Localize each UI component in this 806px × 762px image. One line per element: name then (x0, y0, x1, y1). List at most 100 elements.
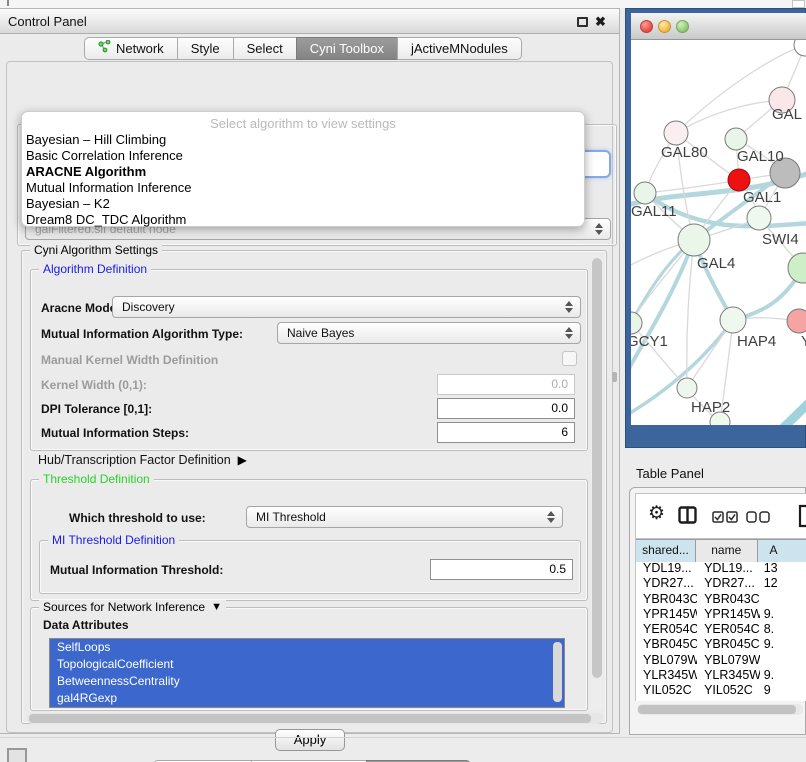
attribute-item[interactable]: TopologicalCoefficient (50, 656, 564, 673)
zoom-traffic-light[interactable] (676, 20, 689, 33)
mi-threshold-field[interactable]: 0.5 (430, 559, 573, 580)
panel-splitter-handle[interactable] (612, 372, 617, 382)
cut-toolbar-button[interactable] (792, 0, 805, 8)
gear-icon[interactable]: ⚙ (648, 501, 665, 527)
hub-transcription-factor-section[interactable]: Hub/Transcription Factor Definition ▶ (38, 453, 247, 467)
tab-cyni-toolbox[interactable]: Cyni Toolbox (296, 37, 398, 60)
attributes-scrollbar[interactable] (553, 642, 562, 702)
table-cell[interactable]: 9. (760, 637, 806, 652)
close-traffic-light[interactable] (640, 20, 653, 33)
table-cell[interactable]: 8. (760, 622, 806, 637)
table-cell[interactable]: 12 (760, 576, 806, 591)
table-row[interactable]: YBL079WYBL079W (636, 653, 806, 668)
table-cell[interactable]: YPR145W (697, 607, 760, 622)
table-row[interactable]: YPR145WYPR145W9. (636, 607, 806, 622)
table-row[interactable]: YER054CYER054C8. (636, 622, 806, 637)
node-gal4[interactable] (678, 224, 710, 256)
node-cut-right-green[interactable] (788, 253, 806, 283)
algorithm-option[interactable]: Dream8 DC_TDC Algorithm (22, 212, 584, 228)
node-hap2[interactable] (677, 378, 697, 398)
column-header-shared-name[interactable]: shared... (636, 540, 696, 562)
table-cell[interactable]: YBR045C (697, 637, 760, 652)
new-table-file-icon[interactable] (798, 504, 806, 533)
table-cell[interactable]: YDL19... (697, 561, 760, 576)
table-cell[interactable]: YBL079W (697, 653, 760, 668)
apply-button[interactable]: Apply (275, 729, 345, 751)
table-cell[interactable]: YER054C (697, 622, 760, 637)
table-cell[interactable]: YIL052C (697, 683, 760, 698)
data-attributes-list[interactable]: SelfLoopsTopologicalCoefficientBetweenne… (49, 638, 565, 708)
table-cell[interactable]: 9. (760, 607, 806, 622)
collapse-arrow-icon[interactable]: ▼ (211, 601, 222, 613)
network-canvas[interactable]: GAL GAL80 GAL10 GAL1 GAL11 SWI4 GAL4 GCY… (631, 40, 806, 425)
mi-steps-field[interactable]: 6 (437, 422, 575, 443)
table-cell[interactable] (760, 653, 806, 668)
node-gal1-red[interactable] (728, 169, 750, 191)
node-hap4[interactable] (720, 307, 746, 333)
table-cell[interactable]: YBR043C (697, 592, 760, 607)
algorithm-option[interactable]: Bayesian – K2 (22, 196, 584, 212)
table-cell[interactable]: YLR345W (697, 668, 760, 683)
table-cell[interactable]: YBR045C (636, 637, 697, 652)
table-cell[interactable]: YIL052C (636, 683, 697, 698)
tab-network[interactable]: Network (84, 37, 178, 60)
scrollbar-thumb[interactable] (592, 258, 602, 678)
table-row[interactable]: YDL19...YDL19...13 (636, 561, 806, 576)
node-cut-top-right[interactable] (794, 40, 806, 56)
algorithm-option[interactable]: Mutual Information Inference (22, 180, 584, 196)
node-salmon[interactable] (787, 309, 806, 333)
table-cell[interactable]: 13 (760, 561, 806, 576)
network-window-titlebar[interactable] (631, 13, 806, 40)
algorithm-option[interactable]: Basic Correlation Inference (22, 148, 584, 164)
table-row[interactable]: YDR27...YDR27...12 (636, 576, 806, 591)
tab-style[interactable]: Style (177, 37, 234, 60)
close-icon[interactable]: ✖ (595, 13, 606, 31)
node-swi4[interactable] (747, 206, 771, 230)
table-cell[interactable]: 9 (760, 683, 806, 698)
table-row[interactable]: YIL052CYIL052C9 (636, 683, 806, 698)
expand-arrow-icon[interactable]: ▶ (238, 453, 247, 467)
settings-horizontal-scrollbar[interactable] (27, 713, 603, 724)
dpi-tolerance-field[interactable]: 0.0 (437, 398, 575, 419)
tab-select[interactable]: Select (233, 37, 297, 60)
kernel-width-field[interactable]: 0.0 (437, 374, 575, 395)
manual-kernel-checkbox[interactable] (562, 351, 577, 366)
node-gal11[interactable] (634, 182, 656, 204)
select-all-checks-icon[interactable] (712, 510, 738, 528)
table-cell[interactable]: YPR145W (636, 607, 697, 622)
aracne-mode-combo[interactable]: Discovery (112, 296, 581, 318)
attribute-item[interactable]: gal4RGexp (50, 690, 564, 707)
table-cell[interactable]: YDR27... (636, 576, 697, 591)
column-header-cut[interactable]: A (758, 540, 806, 562)
scrollbar-thumb[interactable] (638, 705, 796, 714)
algorithm-option[interactable]: Bayesian – Hill Climbing (22, 132, 584, 148)
deselect-all-checks-icon[interactable] (746, 510, 770, 528)
node-gal80[interactable] (664, 121, 688, 145)
algorithm-option[interactable]: ARACNE Algorithm (22, 164, 584, 180)
mi-type-combo[interactable]: Naive Bayes (277, 322, 581, 344)
table-cell[interactable]: 9. (760, 668, 806, 683)
table-cell[interactable]: YBR043C (636, 592, 697, 607)
float-icon[interactable] (577, 17, 588, 27)
attribute-item[interactable]: SelfLoops (50, 639, 564, 656)
tab-jactivemnodules[interactable]: jActiveMNodules (397, 37, 522, 60)
table-row[interactable]: YLR345WYLR345W9. (636, 668, 806, 683)
sources-title-row[interactable]: Sources for Network Inference ▼ (39, 600, 226, 614)
bottom-left-panel-icon[interactable] (7, 748, 27, 762)
table-cell[interactable]: YER054C (636, 622, 697, 637)
table-horizontal-scrollbar[interactable] (637, 704, 803, 715)
table-cell[interactable]: YDL19... (636, 561, 697, 576)
settings-vertical-scrollbar[interactable] (591, 256, 603, 712)
table-cell[interactable]: YDR27... (697, 576, 760, 591)
node-gcy1[interactable] (631, 312, 642, 334)
minimize-traffic-light[interactable] (658, 20, 671, 33)
which-threshold-combo[interactable]: MI Threshold (246, 506, 563, 528)
table-row[interactable]: YBR045CYBR045C9. (636, 637, 806, 652)
column-header-name[interactable]: name (696, 540, 758, 562)
table-cell[interactable]: YBL079W (636, 653, 697, 668)
columns-icon[interactable] (678, 506, 698, 529)
node-gal10[interactable] (725, 128, 747, 150)
table-cell[interactable] (760, 592, 806, 607)
table-row[interactable]: YBR043CYBR043C (636, 592, 806, 607)
attribute-item[interactable]: BetweennessCentrality (50, 673, 564, 690)
